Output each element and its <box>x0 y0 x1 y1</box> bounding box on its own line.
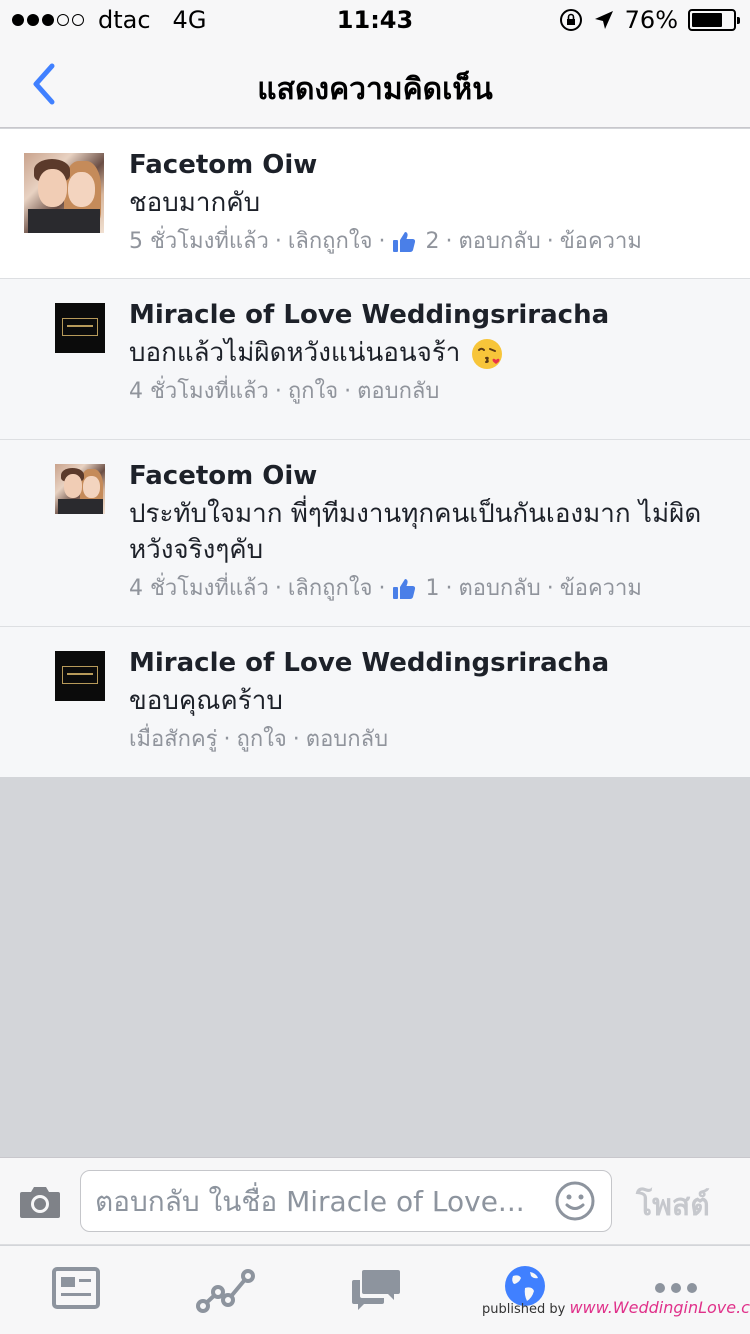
messages-icon <box>352 1270 400 1310</box>
reply-composer: โพสต์ <box>0 1157 750 1245</box>
location-arrow-icon <box>594 11 613 29</box>
comment-body: Facetom Oiw ประทับใจมาก พี่ๆทีมงานทุกคนเ… <box>129 458 730 606</box>
post-button[interactable]: โพสต์ <box>636 1182 710 1229</box>
commenter-name[interactable]: Miracle of Love Weddingsriracha <box>129 645 730 681</box>
battery-icon <box>688 9 740 31</box>
reply-button[interactable]: ตอบกลับ <box>458 572 540 606</box>
battery-percent: 76% <box>624 6 678 34</box>
separator-dot: · <box>445 229 453 254</box>
comment-body: Miracle of Love Weddingsriracha ขอบคุณคร… <box>129 645 730 757</box>
camera-button[interactable] <box>18 1184 62 1220</box>
avatar[interactable] <box>55 464 105 514</box>
avatar[interactable] <box>24 153 104 233</box>
comment-text: ประทับใจมาก พี่ๆทีมงานทุกคนเป็นกันเองมาก… <box>129 499 702 565</box>
tab-messages[interactable] <box>350 1266 400 1314</box>
avatar[interactable] <box>55 651 105 701</box>
page-title: แสดงความคิดเห็น <box>257 72 493 107</box>
comment-item: Facetom Oiw ชอบมากคับ 5 ชั่วโมงที่แล้ว ·… <box>0 129 750 279</box>
tab-activity[interactable] <box>196 1266 255 1314</box>
reply-button[interactable]: ตอบกลับ <box>357 375 439 409</box>
comment-meta: 4 ชั่วโมงที่แล้ว · เลิกถูกใจ · 1 · ตอบกล… <box>129 572 730 606</box>
watermark: published by www.WeddinginLove.com <box>482 1298 750 1317</box>
reply-item: Miracle of Love Weddingsriracha ขอบคุณคร… <box>0 627 750 777</box>
separator-dot: · <box>292 727 300 752</box>
status-right: 76% <box>559 6 740 34</box>
like-count[interactable]: 2 <box>425 225 439 259</box>
watermark-prefix: published by <box>482 1302 566 1317</box>
reply-button[interactable]: ตอบกลับ <box>306 723 388 757</box>
message-button[interactable]: ข้อความ <box>560 572 642 606</box>
comment-meta: 4 ชั่วโมงที่แล้ว · ถูกใจ · ตอบกลับ <box>129 375 730 409</box>
separator-dot: · <box>274 379 282 404</box>
commenter-name[interactable]: Facetom Oiw <box>129 458 730 494</box>
commenter-name[interactable]: Miracle of Love Weddingsriracha <box>129 297 730 333</box>
separator-dot: · <box>445 576 453 601</box>
separator-dot: · <box>223 727 231 752</box>
comments-list: Facetom Oiw ชอบมากคับ 5 ชั่วโมงที่แล้ว ·… <box>0 129 750 777</box>
activity-icon <box>196 1269 255 1313</box>
comment-text: ชอบมากคับ <box>129 188 261 218</box>
separator-dot: · <box>378 229 386 254</box>
separator-dot: · <box>546 576 554 601</box>
separator-dot: · <box>378 576 386 601</box>
comment-meta: 5 ชั่วโมงที่แล้ว · เลิกถูกใจ · 2 · ตอบกล… <box>129 225 730 259</box>
unlike-button[interactable]: เลิกถูกใจ <box>288 572 373 606</box>
smiley-face-icon <box>555 1181 595 1221</box>
comment-body: Miracle of Love Weddingsriracha บอกแล้วไ… <box>129 297 730 409</box>
like-button[interactable]: ถูกใจ <box>237 723 287 757</box>
commenter-name[interactable]: Facetom Oiw <box>129 147 730 183</box>
comment-body: Facetom Oiw ชอบมากคับ 5 ชั่วโมงที่แล้ว ·… <box>129 147 730 259</box>
thumbs-up-icon <box>393 232 416 252</box>
thumbs-up-icon <box>393 579 416 599</box>
reply-button[interactable]: ตอบกลับ <box>458 225 540 259</box>
separator-dot: · <box>274 576 282 601</box>
reply-item: Facetom Oiw ประทับใจมาก พี่ๆทีมงานทุกคนเ… <box>0 440 750 627</box>
news-feed-icon <box>52 1267 100 1309</box>
separator-dot: · <box>344 379 352 404</box>
tab-bar <box>0 1246 750 1334</box>
battery-level <box>692 13 723 27</box>
reply-item: Miracle of Love Weddingsriracha บอกแล้วไ… <box>0 279 750 440</box>
sticker-button[interactable] <box>554 1180 596 1222</box>
comment-meta: เมื่อสักครู่ · ถูกใจ · ตอบกลับ <box>129 723 730 757</box>
camera-icon <box>20 1187 60 1218</box>
comment-time: 5 ชั่วโมงที่แล้ว <box>129 229 269 254</box>
like-count[interactable]: 1 <box>425 572 439 606</box>
tab-news-feed[interactable] <box>51 1266 101 1314</box>
separator-dot: · <box>274 229 282 254</box>
watermark-site: www.WeddinginLove.com <box>569 1298 750 1317</box>
comment-time: 4 ชั่วโมงที่แล้ว <box>129 379 269 404</box>
message-button[interactable]: ข้อความ <box>560 225 642 259</box>
status-bar: dtac 4G 11:43 76% <box>0 0 750 40</box>
like-button[interactable]: ถูกใจ <box>288 375 338 409</box>
reply-input[interactable] <box>80 1170 612 1232</box>
comment-time: เมื่อสักครู่ <box>129 727 218 752</box>
comment-text: ขอบคุณคร้าบ <box>129 686 283 716</box>
separator-dot: · <box>546 229 554 254</box>
kissing-face-emoji-icon <box>471 338 502 369</box>
navigation-bar: แสดงความคิดเห็น <box>0 40 750 128</box>
unlike-button[interactable]: เลิกถูกใจ <box>288 225 373 259</box>
avatar[interactable] <box>55 303 105 353</box>
rotation-lock-icon <box>559 9 582 31</box>
comment-text-row: บอกแล้วไม่ผิดหวังแน่นอนจร้า <box>129 335 730 371</box>
comment-text: บอกแล้วไม่ผิดหวังแน่นอนจร้า <box>129 338 461 368</box>
comment-time: 4 ชั่วโมงที่แล้ว <box>129 576 269 601</box>
